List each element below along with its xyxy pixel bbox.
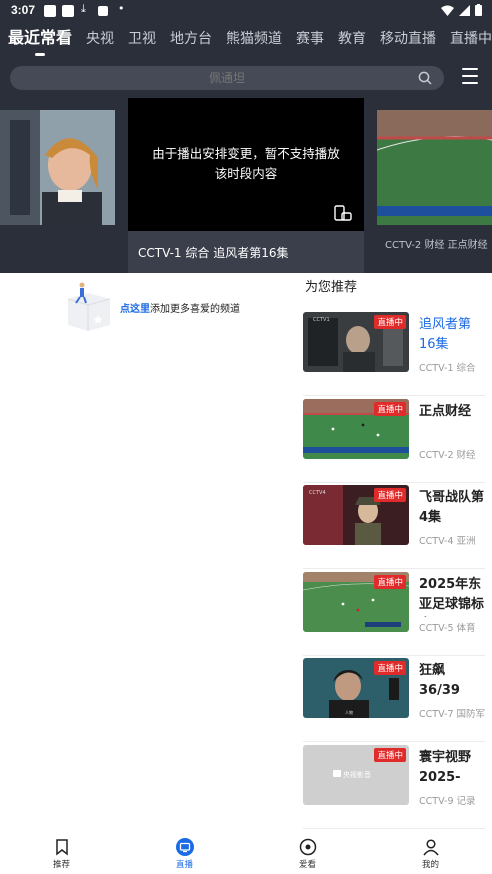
- recommend-program-name[interactable]: 2025年东亚足球锦标赛: [419, 575, 485, 617]
- recommend-item[interactable]: CCTV1 直播中 追风者第16集 CCTV-1 综合: [303, 312, 488, 396]
- category-tabs: 最近常看央视卫视地方台熊猫频道赛事教育移动直播直播中国: [8, 26, 492, 56]
- playback-unavailable-message: 由于播出安排变更，暂不支持播放该时段内容: [152, 146, 340, 181]
- divider: [303, 568, 485, 569]
- bookmark-icon: [55, 839, 68, 856]
- nav-label: 我的: [421, 860, 439, 870]
- search-input[interactable]: [10, 66, 444, 90]
- recommend-program-name[interactable]: 追风者第16集: [419, 315, 485, 355]
- status-time: 3:07: [11, 3, 36, 17]
- status-bar: 3:07 ⤓ •: [0, 0, 492, 22]
- add-channel-prompt: 点这里添加更多喜爱的频道: [120, 300, 240, 315]
- recommend-item[interactable]: 直播中 正点财经 CCTV-2 财经: [303, 398, 488, 483]
- tab-3[interactable]: 地方台: [170, 28, 212, 56]
- tab-5[interactable]: 赛事: [296, 28, 324, 56]
- live-badge: 直播中: [374, 401, 406, 416]
- divider: [303, 741, 485, 742]
- tv-icon: [175, 838, 194, 856]
- recommend-item[interactable]: CCTV4 直播中 飞哥战队第4集 CCTV-4 亚洲: [303, 485, 488, 569]
- download-icon: ⤓: [81, 2, 86, 15]
- tab-0[interactable]: 最近常看: [8, 24, 72, 56]
- recommend-program-name[interactable]: 正点财经: [419, 402, 485, 422]
- recommend-thumbnail[interactable]: CCTV1 直播中: [303, 312, 409, 372]
- menu-icon[interactable]: [462, 68, 478, 86]
- tab-7[interactable]: 移动直播: [380, 28, 436, 56]
- divider: [303, 827, 485, 829]
- nav-item-3[interactable]: 我的: [369, 830, 492, 874]
- recommend-program-name[interactable]: 飞哥战队第4集: [419, 488, 485, 528]
- live-badge: 直播中: [374, 315, 406, 329]
- recommend-program-name[interactable]: 寰宇视野2025-140: [419, 748, 485, 790]
- signal-icon: [459, 4, 470, 16]
- tab-6[interactable]: 教育: [338, 28, 366, 56]
- tab-4[interactable]: 熊猫频道: [226, 28, 282, 56]
- recommend-channel: CCTV-1 综合: [419, 363, 476, 374]
- live-badge: 直播中: [374, 574, 406, 589]
- app-notification-icon: [98, 6, 108, 16]
- recommend-title: 为您推荐: [305, 280, 358, 295]
- notification-icon: [62, 5, 74, 17]
- recommend-thumbnail[interactable]: 直播中: [303, 571, 409, 632]
- svg-text:人物: 人物: [345, 709, 353, 715]
- carousel-card-center[interactable]: 由于播出安排变更，暂不支持播放该时段内容: [128, 98, 364, 231]
- battery-icon: [475, 4, 482, 16]
- football-thumbnail: [377, 110, 492, 225]
- empty-box-illustration: [67, 282, 111, 331]
- nav-label: 直播: [175, 860, 193, 870]
- carousel-right-caption: CCTV-2 财经 正点财经: [385, 240, 488, 251]
- recommend-channel: CCTV-9 记录: [419, 795, 476, 807]
- nav-item-2[interactable]: 爱看: [246, 830, 369, 874]
- recommend-channel: CCTV-2 财经: [419, 449, 476, 461]
- add-channel-text: 添加更多喜爱的频道: [150, 304, 240, 315]
- tab-1[interactable]: 央视: [86, 28, 114, 56]
- target-icon: [299, 838, 316, 856]
- recommend-item[interactable]: 直播中 2025年东亚足球锦标赛 CCTV-5 体育: [303, 571, 488, 656]
- svg-text:CCTV1: CCTV1: [313, 317, 330, 323]
- user-icon: [422, 839, 439, 856]
- recommend-thumbnail[interactable]: 人物 直播中: [303, 658, 409, 718]
- nav-label: 推荐: [52, 860, 70, 870]
- nav-label: 爱看: [298, 860, 316, 870]
- wifi-icon: [441, 5, 454, 16]
- recommend-program-name[interactable]: 狂飙36/39: [419, 661, 485, 701]
- notification-icon: [44, 5, 56, 17]
- search-bar[interactable]: [10, 66, 444, 90]
- recommend-item[interactable]: 人物 直播中狂飙36/39 CCTV-7 国防军事: [303, 658, 488, 742]
- search-icon[interactable]: [418, 71, 432, 85]
- add-channel-link[interactable]: 点这里: [120, 304, 150, 315]
- bottom-navigation: 推荐 直播 爱看 我的: [0, 830, 492, 874]
- svg-text:央视影音: 央视影音: [343, 770, 371, 779]
- recommend-channel: CCTV-7 国防军事: [419, 709, 485, 720]
- recommend-thumbnail[interactable]: 直播中: [303, 398, 409, 459]
- carousel-card-right[interactable]: [377, 110, 492, 225]
- divider: [303, 654, 485, 656]
- dot-icon: •: [118, 2, 125, 15]
- carousel-center-caption: CCTV-1 综合 追风者第16集: [128, 231, 364, 273]
- carousel-card-left[interactable]: [0, 110, 115, 225]
- recommend-thumbnail[interactable]: 央视影音 直播中: [303, 744, 409, 805]
- live-badge: 直播中: [374, 488, 406, 502]
- recommend-channel: CCTV-5 体育: [419, 622, 476, 634]
- recommend-thumbnail[interactable]: CCTV4 直播中: [303, 485, 409, 545]
- tab-8[interactable]: 直播中国: [450, 28, 492, 56]
- svg-text:CCTV4: CCTV4: [309, 490, 326, 496]
- nav-item-0[interactable]: 推荐: [0, 830, 123, 874]
- status-right-icons: [441, 4, 482, 16]
- divider: [303, 481, 485, 483]
- tab-2[interactable]: 卫视: [128, 28, 156, 56]
- drama-thumbnail: [0, 110, 115, 225]
- rotate-screen-icon[interactable]: [334, 205, 352, 221]
- live-badge: 直播中: [374, 747, 406, 762]
- divider: [303, 395, 485, 396]
- nav-item-1[interactable]: 直播: [123, 830, 246, 874]
- recommend-channel: CCTV-4 亚洲: [419, 536, 476, 547]
- recommend-item[interactable]: 央视影音直播中寰宇视野2025-140 CCTV-9 记录: [303, 744, 488, 829]
- live-badge: 直播中: [374, 661, 406, 675]
